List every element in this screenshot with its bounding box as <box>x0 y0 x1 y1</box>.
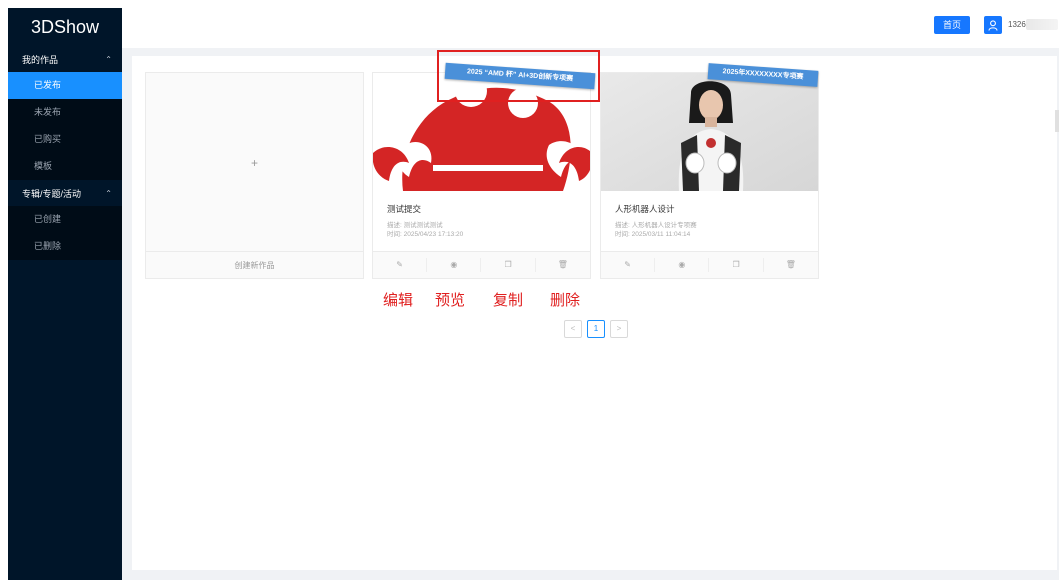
preview-icon[interactable]: ◉ <box>427 258 482 272</box>
create-work-label: 创建新作品 <box>234 260 275 270</box>
annotation-copy: 复制 <box>493 292 524 309</box>
preview-icon[interactable]: ◉ <box>655 258 710 272</box>
menu-group-albums[interactable]: 专辑/专题/活动 ⌃ <box>8 180 122 206</box>
user-icon[interactable] <box>984 16 1002 34</box>
sidebar-item-created[interactable]: 已创建 <box>8 206 122 233</box>
edit-icon[interactable]: ✎ <box>601 258 656 272</box>
app-logo: 3DShow <box>8 8 122 46</box>
sidebar: 3DShow 我的作品 ⌃ 已发布 未发布 已购买 模板 专辑/专题/活动 ⌃ … <box>8 8 122 580</box>
home-button[interactable]: 首页 <box>934 16 970 34</box>
sidebar-item-published[interactable]: 已发布 <box>8 72 122 99</box>
sidebar-item-purchased[interactable]: 已购买 <box>8 126 122 153</box>
work-actions: ✎ ◉ ❐ 🗑 <box>373 251 590 278</box>
top-header: 首页 1326 <box>122 0 1059 48</box>
sidebar-item-unpublished[interactable]: 未发布 <box>8 99 122 126</box>
menu-group-label: 我的作品 <box>22 54 59 65</box>
robot-woman-thumbnail <box>601 73 818 191</box>
create-work-footer[interactable]: 创建新作品 <box>146 251 363 278</box>
delete-icon[interactable]: 🗑 <box>764 258 818 272</box>
annotation-delete: 删除 <box>550 292 581 309</box>
copy-icon[interactable]: ❐ <box>710 258 764 272</box>
edit-icon[interactable]: ✎ <box>373 258 428 272</box>
work-card[interactable]: 测试提交 描述: 测试测试测试 时间: 2025/04/23 17:13:20 … <box>372 72 591 279</box>
create-work-card[interactable]: + 创建新作品 <box>145 72 364 279</box>
scrollbar[interactable] <box>1055 110 1059 132</box>
user-name-redacted <box>1026 19 1058 30</box>
pagination-page[interactable]: 1 <box>587 320 605 338</box>
app-root: 3DShow 我的作品 ⌃ 已发布 未发布 已购买 模板 专辑/专题/活动 ⌃ … <box>0 0 1059 580</box>
work-card-body: 人形机器人设计 描述: 人形机器人设计专项赛 时间: 2025/03/11 11… <box>601 191 818 239</box>
work-card-body: 测试提交 描述: 测试测试测试 时间: 2025/04/23 17:13:20 <box>373 191 590 239</box>
menu-group-label: 专辑/专题/活动 <box>22 188 82 199</box>
chevron-up-icon: ⌃ <box>105 54 112 64</box>
work-title: 人形机器人设计 <box>615 204 675 214</box>
work-thumbnail[interactable] <box>601 73 818 191</box>
user-name[interactable]: 1326 <box>1008 20 1026 29</box>
submenu-my-works: 已发布 未发布 已购买 模板 <box>8 72 122 180</box>
work-title: 测试提交 <box>387 204 422 214</box>
work-actions: ✎ ◉ ❐ 🗑 <box>601 251 818 278</box>
work-description: 描述: 人形机器人设计专项赛 <box>615 222 697 229</box>
sidebar-item-deleted[interactable]: 已删除 <box>8 233 122 260</box>
work-time: 时间: 2025/03/11 11:04:14 <box>615 231 691 238</box>
chevron-up-icon: ⌃ <box>105 188 112 198</box>
copy-icon[interactable]: ❐ <box>482 258 536 272</box>
sidebar-item-templates[interactable]: 模板 <box>8 153 122 180</box>
work-card[interactable]: 人形机器人设计 描述: 人形机器人设计专项赛 时间: 2025/03/11 11… <box>600 72 819 279</box>
delete-icon[interactable]: 🗑 <box>536 258 590 272</box>
annotation-preview: 预览 <box>435 292 466 309</box>
menu-group-my-works[interactable]: 我的作品 ⌃ <box>8 46 122 72</box>
highlight-frame <box>437 50 600 102</box>
work-description: 描述: 测试测试测试 <box>387 222 443 229</box>
pagination-prev[interactable]: < <box>564 320 582 338</box>
submenu-albums: 已创建 已删除 <box>8 206 122 260</box>
work-time: 时间: 2025/04/23 17:13:20 <box>387 231 464 238</box>
plus-icon[interactable]: + <box>146 73 363 253</box>
annotation-edit: 编辑 <box>383 292 414 309</box>
pagination-next[interactable]: > <box>610 320 628 338</box>
